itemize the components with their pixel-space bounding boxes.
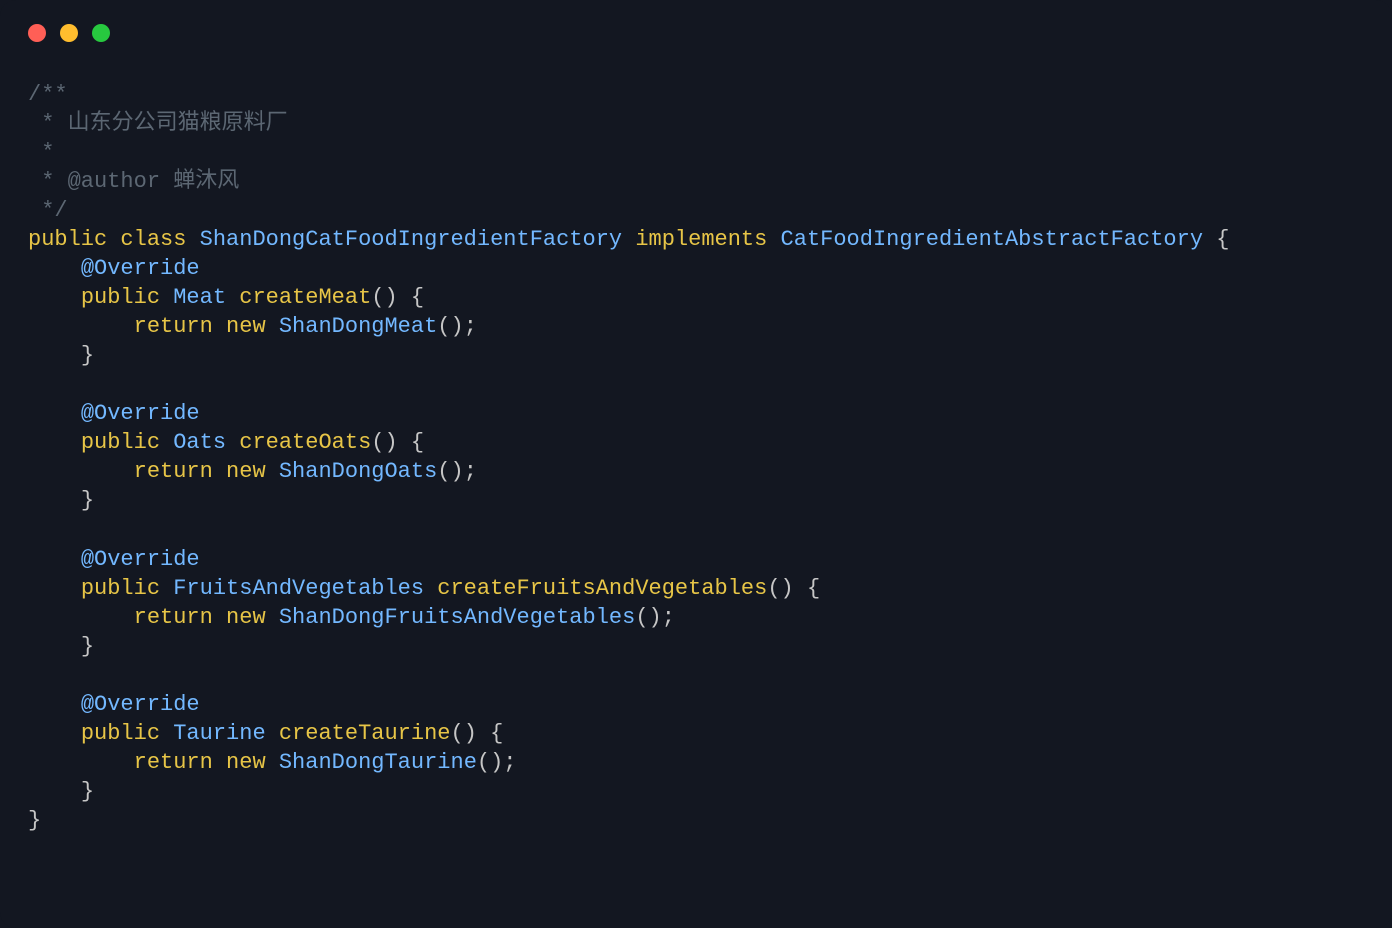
method-name: createOats [239, 430, 371, 455]
override-annotation: @Override [81, 692, 200, 717]
tail: (); [437, 459, 477, 484]
kw-return: return [134, 314, 213, 339]
javadoc-line: * @author 蝉沐风 [28, 169, 239, 194]
sig: () { [767, 576, 820, 601]
tail: (); [437, 314, 477, 339]
method-name: createMeat [239, 285, 371, 310]
sig: () { [451, 721, 504, 746]
javadoc-close: */ [28, 198, 68, 223]
kw-public: public [81, 430, 160, 455]
minimize-icon[interactable] [60, 24, 78, 42]
sig: () { [371, 430, 424, 455]
code-block: /** * 山东分公司猫粮原料厂 * * @author 蝉沐风 */ publ… [0, 52, 1392, 863]
maximize-icon[interactable] [92, 24, 110, 42]
override-annotation: @Override [81, 547, 200, 572]
tail: (); [477, 750, 517, 775]
brace-close: } [28, 808, 41, 833]
sig: () { [371, 285, 424, 310]
kw-return: return [134, 459, 213, 484]
return-type: FruitsAndVegetables [173, 576, 424, 601]
brace-close: } [81, 343, 94, 368]
override-annotation: @Override [81, 401, 200, 426]
editor-window: /** * 山东分公司猫粮原料厂 * * @author 蝉沐风 */ publ… [0, 0, 1392, 928]
return-type: Oats [173, 430, 226, 455]
kw-public: public [81, 721, 160, 746]
kw-public: public [81, 576, 160, 601]
override-annotation: @Override [81, 256, 200, 281]
new-type: ShanDongFruitsAndVegetables [279, 605, 635, 630]
kw-implements: implements [635, 227, 767, 252]
window-titlebar [0, 0, 1392, 52]
kw-public: public [28, 227, 107, 252]
brace-open: { [1203, 227, 1229, 252]
method-name: createTaurine [279, 721, 451, 746]
javadoc-line: * [28, 140, 54, 165]
kw-class: class [120, 227, 186, 252]
brace-close: } [81, 634, 94, 659]
kw-new: new [226, 605, 266, 630]
javadoc-line: * 山东分公司猫粮原料厂 [28, 111, 288, 136]
method-name: createFruitsAndVegetables [437, 576, 767, 601]
kw-public: public [81, 285, 160, 310]
kw-return: return [134, 605, 213, 630]
kw-new: new [226, 750, 266, 775]
return-type: Taurine [173, 721, 265, 746]
kw-return: return [134, 750, 213, 775]
kw-new: new [226, 314, 266, 339]
brace-close: } [81, 779, 94, 804]
javadoc-open: /** [28, 82, 68, 107]
brace-close: } [81, 488, 94, 513]
new-type: ShanDongTaurine [279, 750, 477, 775]
close-icon[interactable] [28, 24, 46, 42]
kw-new: new [226, 459, 266, 484]
new-type: ShanDongMeat [279, 314, 437, 339]
class-name: ShanDongCatFoodIngredientFactory [200, 227, 622, 252]
return-type: Meat [173, 285, 226, 310]
new-type: ShanDongOats [279, 459, 437, 484]
tail: (); [635, 605, 675, 630]
interface-name: CatFoodIngredientAbstractFactory [781, 227, 1203, 252]
